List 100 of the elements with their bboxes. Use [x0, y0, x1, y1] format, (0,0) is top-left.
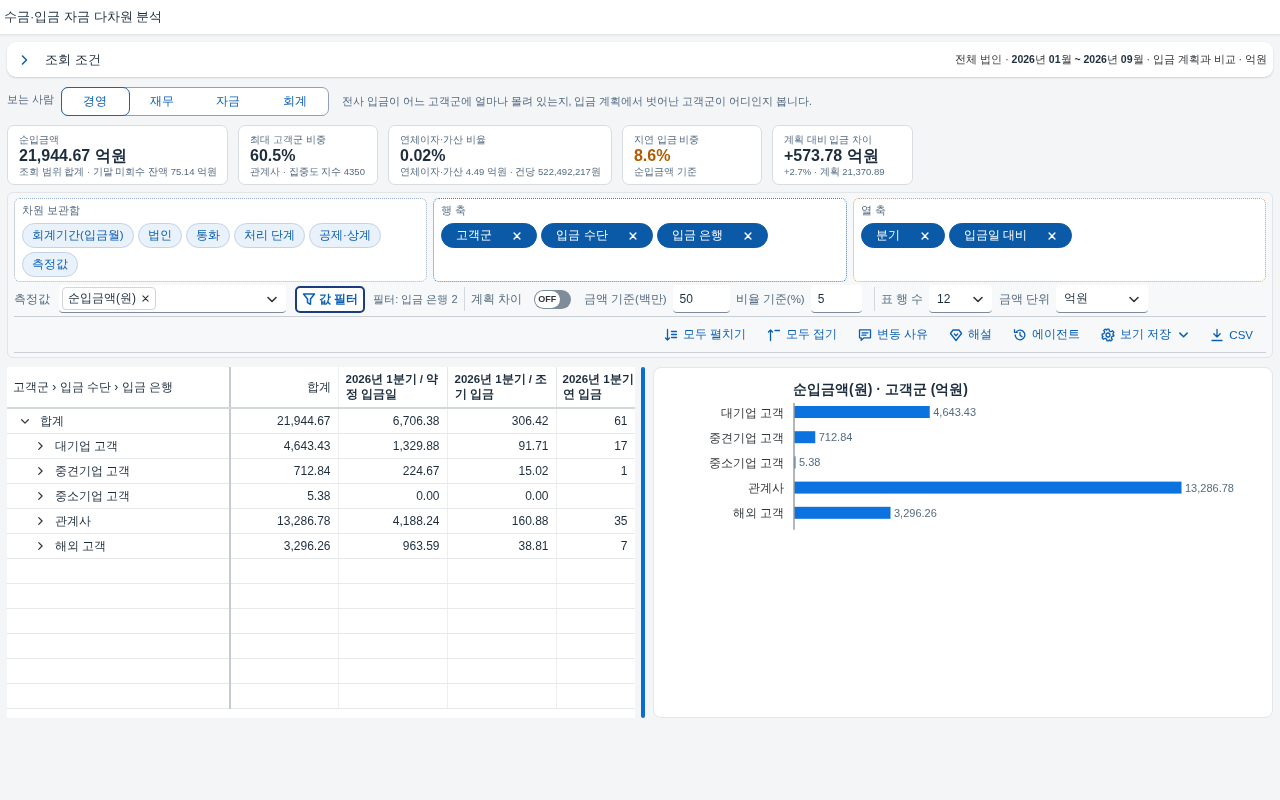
table-cell: 35	[556, 508, 635, 534]
close-icon[interactable]	[141, 294, 150, 303]
toolbar-button[interactable]: 에이전트	[1013, 327, 1081, 342]
dimension-chip[interactable]: 분기	[860, 223, 945, 248]
dimension-chip[interactable]: 통화	[185, 223, 230, 248]
kpi-value: 60.5%	[250, 146, 297, 165]
row-label[interactable]: 중견기업 고객	[55, 462, 131, 480]
chevron-right-icon[interactable]	[35, 516, 45, 526]
column-header: 고객군 › 입금 수단 › 입금 은행	[7, 367, 230, 408]
toolbar-button[interactable]: 해설	[949, 327, 993, 342]
viewer-tab[interactable]: 재무	[127, 87, 197, 116]
arrow-up-bar-icon	[766, 327, 781, 342]
kpi-value: 0.02%	[400, 146, 447, 165]
data-label: 712.84	[818, 431, 853, 444]
kpi-value: 8.6%	[633, 146, 672, 165]
kpi-value: +573.78 억원	[783, 146, 880, 165]
kpi-note: +2.7% · 계획 21,370.89	[783, 165, 886, 178]
table-cell: 712.84	[230, 458, 338, 484]
category-label: 중견기업 고객	[708, 430, 784, 445]
dimension-chip[interactable]: 법인	[137, 223, 182, 248]
amount-threshold-input[interactable]: 50	[672, 285, 730, 313]
history-icon	[1013, 327, 1028, 342]
category-label: 중소기업 고객	[708, 455, 784, 470]
dropzone-title: 행 축	[441, 203, 468, 217]
row-label[interactable]: 대기업 고객	[55, 437, 119, 455]
data-label: 5.38	[799, 456, 821, 469]
row-axis-dropzone[interactable]: 행 축 고객군 입금 수단 입금 은행	[433, 198, 847, 282]
chart-title: 순입금액(원) · 고객군 (억원)	[793, 381, 968, 397]
data-label: 4,643.43	[933, 406, 977, 418]
chevron-right-icon[interactable]	[35, 466, 45, 476]
dimension-chip[interactable]: 입금일 대비	[948, 223, 1072, 248]
column-header: 2026년 1분기 / 조기 입금	[447, 367, 556, 408]
field-label: 측정값	[14, 291, 50, 307]
row-label[interactable]: 관계사	[55, 512, 91, 530]
diamond-icon	[949, 327, 964, 342]
dimension-chip[interactable]: 입금 수단	[541, 223, 653, 248]
kpi-label: 계획 대비 입금 차이	[783, 134, 874, 146]
category-label: 대기업 고객	[720, 405, 784, 420]
kpi-label: 순입금액	[19, 134, 60, 146]
data-label: 13,286.78	[1185, 481, 1234, 494]
close-icon[interactable]	[627, 230, 638, 241]
chart-bar	[794, 431, 816, 444]
field-label: 계획 차이	[470, 291, 522, 307]
category-label: 해외 고객	[732, 506, 784, 521]
dimension-chip[interactable]: 입금 은행	[656, 223, 768, 248]
kpi-note: 관계사 · 집중도 지수 4350	[250, 165, 366, 178]
table-cell: 160.88	[447, 508, 556, 534]
measure-select[interactable]: 순입금액(원)	[59, 285, 286, 313]
row-label[interactable]: 합계	[40, 412, 64, 430]
row-label[interactable]: 해외 고객	[55, 537, 107, 555]
dimension-chip[interactable]: 회계기간(입금월)	[22, 223, 134, 248]
data-label: 3,296.26	[894, 506, 937, 519]
dimension-chip[interactable]: 측정값	[22, 252, 78, 277]
table-cell: 61	[556, 408, 635, 434]
table-cell: 963.59	[338, 533, 447, 559]
kpi-label: 최대 고객군 비중	[250, 134, 327, 146]
splitter-handle[interactable]	[641, 367, 645, 718]
ratio-threshold-input[interactable]: 5	[810, 285, 862, 313]
chevron-right-icon[interactable]	[35, 491, 45, 501]
toolbar-button[interactable]: 모두 접기	[766, 327, 837, 342]
description-text: 전사 입금이 어느 고객군에 얼마나 몰려 있는지, 입금 계획에서 벗어난 고객군이 어디인지 봅니다.	[342, 94, 812, 109]
chevron-right-icon[interactable]	[35, 441, 45, 451]
table-rows-select[interactable]: 12	[929, 285, 993, 313]
viewer-tab[interactable]: 경영	[61, 87, 130, 116]
dimension-chip[interactable]: 처리 단계	[233, 223, 305, 248]
page-title: 수금·입금 자금 다차원 분석	[4, 8, 163, 26]
chevron-down-icon[interactable]	[20, 416, 30, 426]
dimension-pool-dropzone[interactable]: 차원 보관함 회계기간(입금월) 법인 통화 처리 단계 공제·상계 측정값	[14, 198, 428, 282]
close-icon[interactable]	[512, 230, 523, 241]
viewer-tab[interactable]: 회계	[260, 87, 330, 116]
table-cell: 4,643.43	[230, 433, 338, 459]
toolbar-button[interactable]: 변동 사유	[857, 327, 929, 342]
table-cell: 6,706.38	[338, 408, 447, 434]
close-icon[interactable]	[919, 230, 930, 241]
toggle-switch[interactable]: OFF	[533, 289, 571, 309]
column-axis-dropzone[interactable]: 열 축 분기 입금일 대비	[852, 198, 1266, 282]
table-cell: 0.00	[338, 483, 447, 509]
unit-select[interactable]: 억원	[1056, 285, 1149, 313]
speech-bubble-icon	[857, 327, 872, 342]
column-header: 2026년 1분기 / 약정 입금일	[338, 367, 447, 408]
table-cell: 15.02	[447, 458, 556, 484]
kpi-note: 조회 범위 합계 · 기말 미회수 잔액 75.14 억원	[19, 165, 218, 178]
arrow-down-lines-icon	[663, 327, 678, 342]
chevron-right-icon[interactable]	[35, 541, 45, 551]
table-cell: 3,296.26	[230, 533, 338, 559]
value-filter-button[interactable]: 값 필터	[295, 285, 366, 313]
toolbar-button[interactable]: 모두 펼치기	[663, 327, 746, 342]
viewer-tab[interactable]: 자금	[194, 87, 263, 116]
table-cell: 17	[556, 433, 635, 459]
panel-title: 조회 조건	[45, 50, 101, 69]
table-cell: 0.00	[447, 483, 556, 509]
measure-token[interactable]: 순입금액(원)	[62, 287, 156, 310]
toolbar-button[interactable]: CSV	[1210, 327, 1253, 342]
table-cell: 5.38	[230, 483, 338, 509]
dimension-chip[interactable]: 공제·상계	[308, 223, 381, 248]
row-label[interactable]: 중소기업 고객	[55, 487, 131, 505]
category-label: 관계사	[748, 481, 784, 496]
table-cell: 224.67	[338, 458, 447, 484]
toolbar-button[interactable]: 보기 저장	[1101, 327, 1190, 342]
dimension-chip[interactable]: 고객군	[441, 223, 538, 248]
